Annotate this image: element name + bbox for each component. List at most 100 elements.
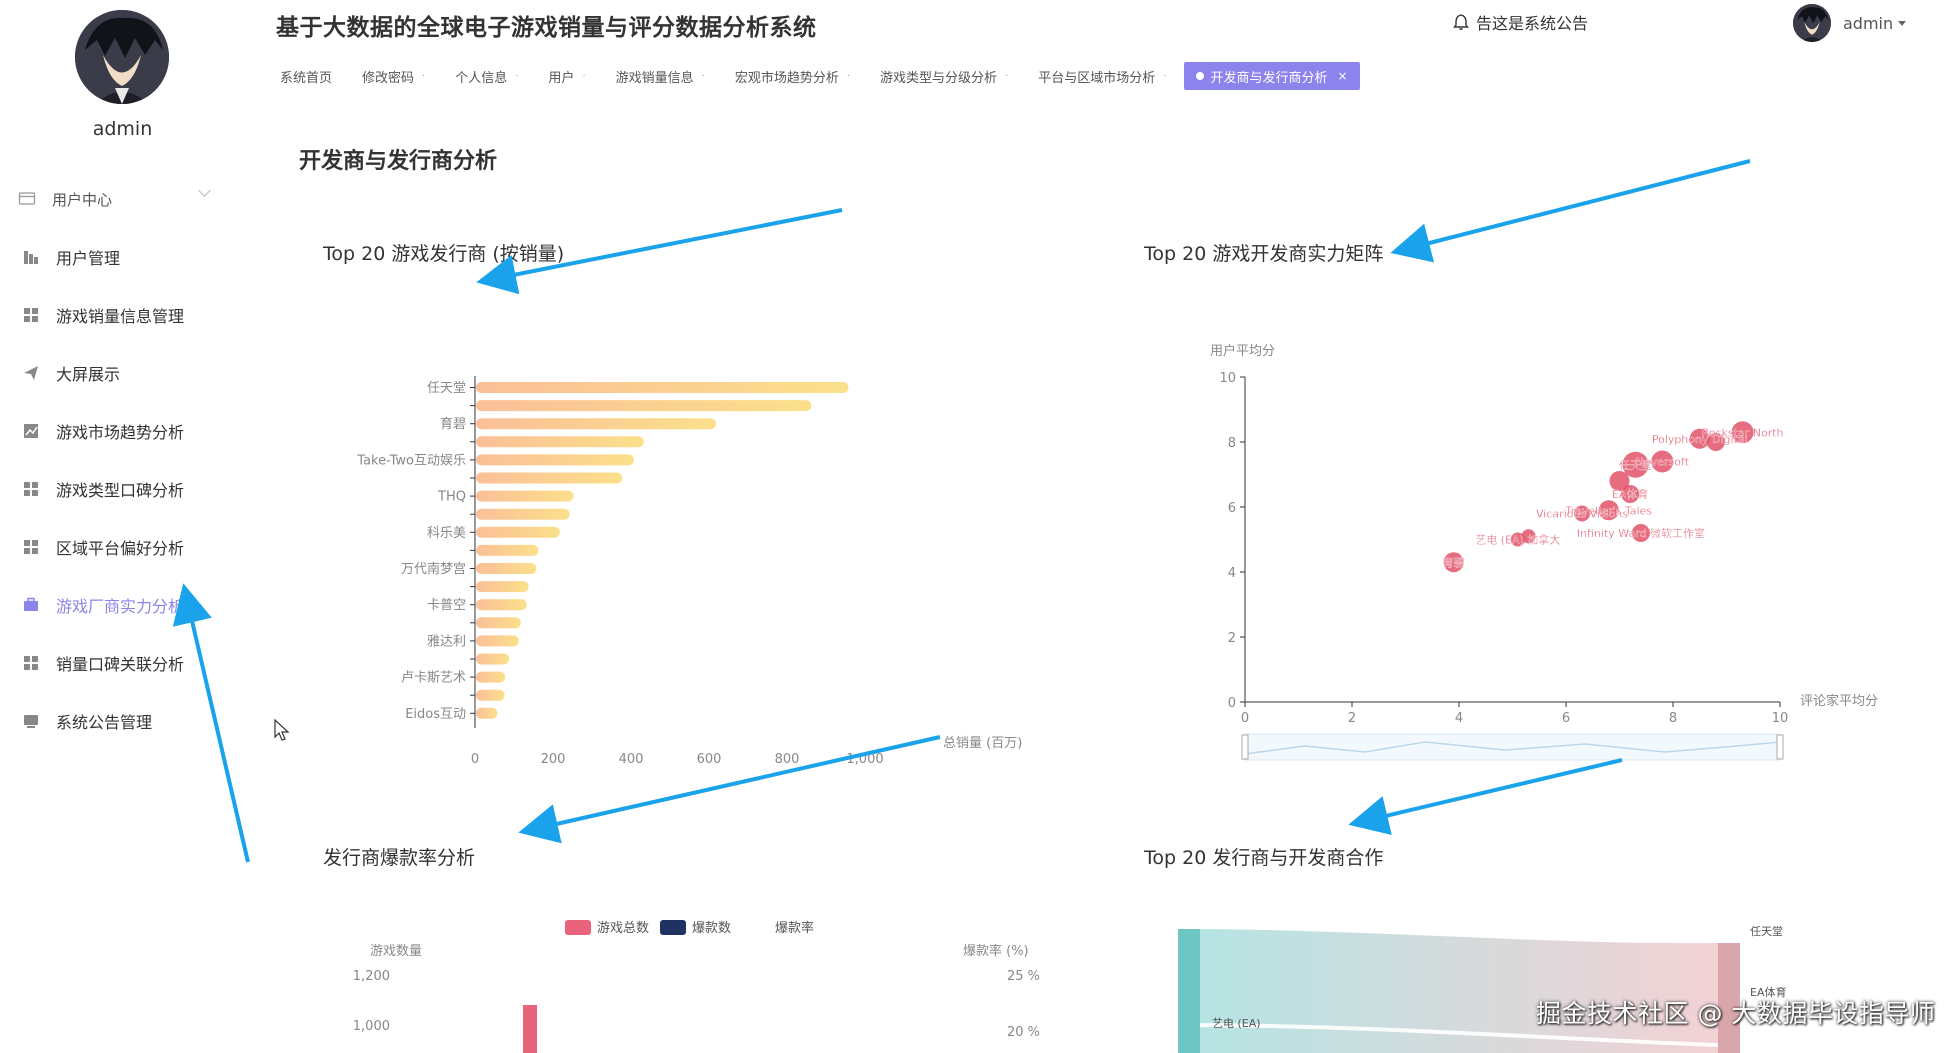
bar: [476, 454, 634, 466]
sidebar-item-user-center[interactable]: 用户中心: [18, 181, 112, 217]
sidebar-username: admin: [92, 118, 153, 140]
app-title: 基于大数据的全球电子游戏销量与评分数据分析系统: [276, 15, 817, 41]
y-tick-label: 0: [1228, 696, 1236, 711]
bell-icon: [1453, 14, 1469, 30]
tab-label: 游戏销量信息: [615, 70, 694, 86]
legend-swatch: [565, 920, 591, 935]
y-tick-label: Eidos互动: [405, 707, 466, 722]
x-tick-label: 0: [471, 752, 479, 767]
sidebar-item-sales-info[interactable]: 游戏销量信息管理: [22, 297, 184, 333]
chevron-down-icon: [1898, 20, 1907, 26]
x-tick-label: 4: [1455, 711, 1463, 726]
bar: [476, 599, 527, 611]
bar: [476, 707, 498, 719]
y-tick-label: 卡普空: [427, 598, 466, 613]
bar: [476, 490, 574, 502]
bar: [476, 544, 539, 556]
tab-users[interactable]: 用户 ·: [536, 62, 597, 90]
chevron-down-icon[interactable]: [198, 184, 211, 197]
tab-separator-icon: ·: [582, 70, 586, 82]
briefcase-icon: [22, 596, 40, 614]
y-tick-label-right: 25 %: [1007, 969, 1040, 984]
bar: [476, 653, 510, 665]
y-tick-label: THQ: [437, 490, 466, 505]
page-title: 开发商与发行商分析: [299, 149, 498, 174]
sidebar-item-label: 区域平台偏好分析: [56, 539, 185, 558]
scatter-point-label: Infinity Ward 微软工作室: [1577, 526, 1705, 540]
y-tick-label: 卢卡斯艺术: [401, 670, 466, 686]
bar: [476, 382, 849, 393]
scatter-point-label: Rockstar North: [1702, 426, 1784, 439]
tab-label: 平台与区域市场分析: [1038, 70, 1156, 86]
sidebar-item-vendor-strength[interactable]: 游戏厂商实力分析: [22, 587, 184, 623]
sankey-node-label: 任天堂: [1750, 925, 1783, 938]
tab-platform-region[interactable]: 平台与区域市场分析 ·: [1026, 62, 1178, 90]
mouse-cursor-icon: [274, 718, 290, 741]
tab-label: 系统首页: [280, 70, 333, 86]
tab-profile[interactable]: 个人信息 ·: [443, 62, 530, 90]
sidebar-item-sales-reputation[interactable]: 销量口碑关联分析: [22, 645, 184, 681]
x-tick-label: 6: [1562, 711, 1570, 726]
sidebar-item-label: 游戏销量信息管理: [56, 307, 185, 326]
tab-genre-rating[interactable]: 游戏类型与分级分析 ·: [868, 62, 1020, 90]
notice-button[interactable]: 告这是系统公告: [1452, 10, 1588, 34]
close-icon[interactable]: ×: [1337, 69, 1347, 83]
x-tick-label: 10: [1772, 711, 1789, 726]
y-tick-label: 2: [1228, 631, 1236, 646]
scatter-point-label: Neversoft: [1636, 456, 1690, 469]
x-tick-label: 800: [775, 752, 800, 767]
hit-rate-chart-title: 发行商爆款率分析: [323, 847, 476, 869]
sidebar-item-market-trend[interactable]: 游戏市场趋势分析: [22, 413, 184, 449]
user-menu[interactable]: admin: [1793, 4, 1907, 42]
tab-bar: 系统首页 修改密码 · 个人信息 · 用户 · 游戏销量信息 · 宏观市场趋势分析 · 游…: [268, 62, 1366, 90]
tab-label: 个人信息: [455, 70, 508, 86]
sidebar-item-announcement[interactable]: 系统公告管理: [22, 703, 152, 739]
x-axis-label: 总销量 (百万): [943, 736, 1022, 751]
x-tick-label: 600: [697, 752, 722, 767]
y-tick-label: 1,000: [353, 1019, 390, 1034]
bar: [523, 1005, 537, 1053]
bar: [476, 508, 570, 520]
sidebar-item-label: 游戏市场趋势分析: [56, 423, 185, 442]
y-tick-label: 6: [1228, 501, 1236, 516]
sidebar-item-label: 用户中心: [52, 190, 113, 209]
sidebar-item-label: 游戏类型口碑分析: [56, 481, 185, 500]
grid-icon: [22, 654, 40, 672]
y-tick-label: 万代南梦宫: [401, 561, 466, 577]
monitor-icon: [22, 712, 40, 730]
bar: [476, 563, 537, 574]
tab-separator-icon: ·: [846, 70, 851, 82]
tab-label: 用户: [548, 70, 575, 86]
tab-market-trend[interactable]: 宏观市场趋势分析 ·: [723, 62, 862, 90]
x-tick-label: 200: [541, 752, 566, 767]
tab-change-password[interactable]: 修改密码 ·: [350, 62, 437, 90]
y-axis-label-right: 爆款率 (%): [963, 943, 1029, 959]
avatar[interactable]: [75, 10, 169, 104]
send-icon: [22, 364, 40, 382]
y-tick-label: 1,200: [353, 969, 390, 984]
tab-sales-info[interactable]: 游戏销量信息 ·: [604, 62, 717, 90]
sankey-node-label: 艺电 (EA): [1212, 1017, 1261, 1030]
y-tick-label: 育碧: [440, 416, 466, 432]
tab-developer-publisher[interactable]: 开发商与发行商分析 ×: [1184, 62, 1360, 90]
legend-label: 爆款数: [692, 921, 731, 936]
sidebar-item-user-management[interactable]: 用户管理: [22, 239, 120, 275]
tab-home[interactable]: 系统首页: [268, 62, 344, 90]
zoom-slider-handle: [1776, 734, 1784, 760]
grid-icon: [22, 306, 40, 324]
scatter-point-label: 育碧: [1443, 555, 1465, 569]
bar: [476, 400, 812, 412]
sidebar-item-big-screen[interactable]: 大屏展示: [22, 355, 120, 391]
bar: [476, 526, 560, 538]
sidebar-item-genre-reputation[interactable]: 游戏类型口碑分析: [22, 471, 184, 507]
publishers-bar-chart: 任天堂育碧 Take-Two互动娱乐 THQ 科乐美万代南梦宫卡普空雅达利卢卡斯艺术 E…: [356, 376, 1022, 767]
sidebar-item-region-platform[interactable]: 区域平台偏好分析: [22, 529, 184, 565]
notice-label: 告这是系统公告: [1476, 14, 1589, 33]
y-tick-label: 4: [1228, 566, 1236, 581]
annotation-arrow: [1390, 159, 1751, 263]
sankey-node: [1178, 929, 1200, 1053]
tab-separator-icon: ·: [701, 70, 705, 82]
y-tick-label: 任天堂: [427, 381, 466, 396]
avatar[interactable]: [1793, 4, 1831, 42]
sankey-chart: 艺电 (EA) 任天堂 EA体育: [1177, 925, 1786, 1053]
